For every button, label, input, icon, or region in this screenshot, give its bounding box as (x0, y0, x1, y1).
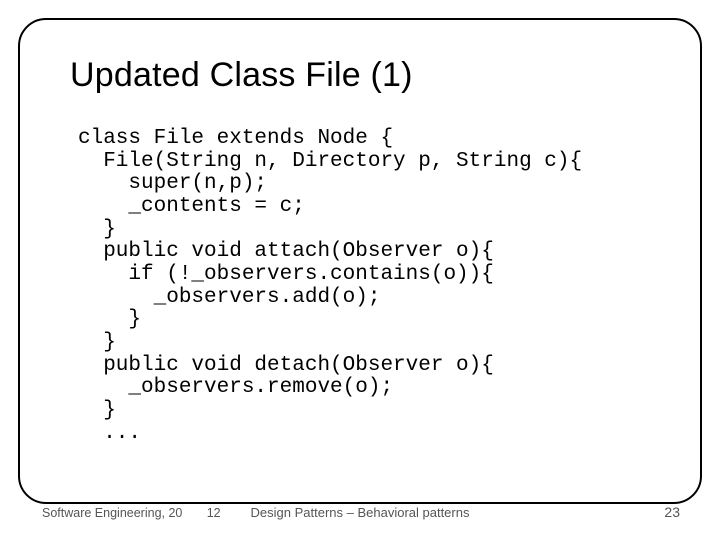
slide-title: Updated Class File (1) (70, 56, 413, 95)
footer-center: Design Patterns – Behavioral patterns (0, 505, 720, 520)
footer-page: 23 (664, 504, 680, 520)
slide: Updated Class File (1) class File extend… (0, 0, 720, 540)
code-block: class File extends Node { File(String n,… (78, 128, 700, 445)
